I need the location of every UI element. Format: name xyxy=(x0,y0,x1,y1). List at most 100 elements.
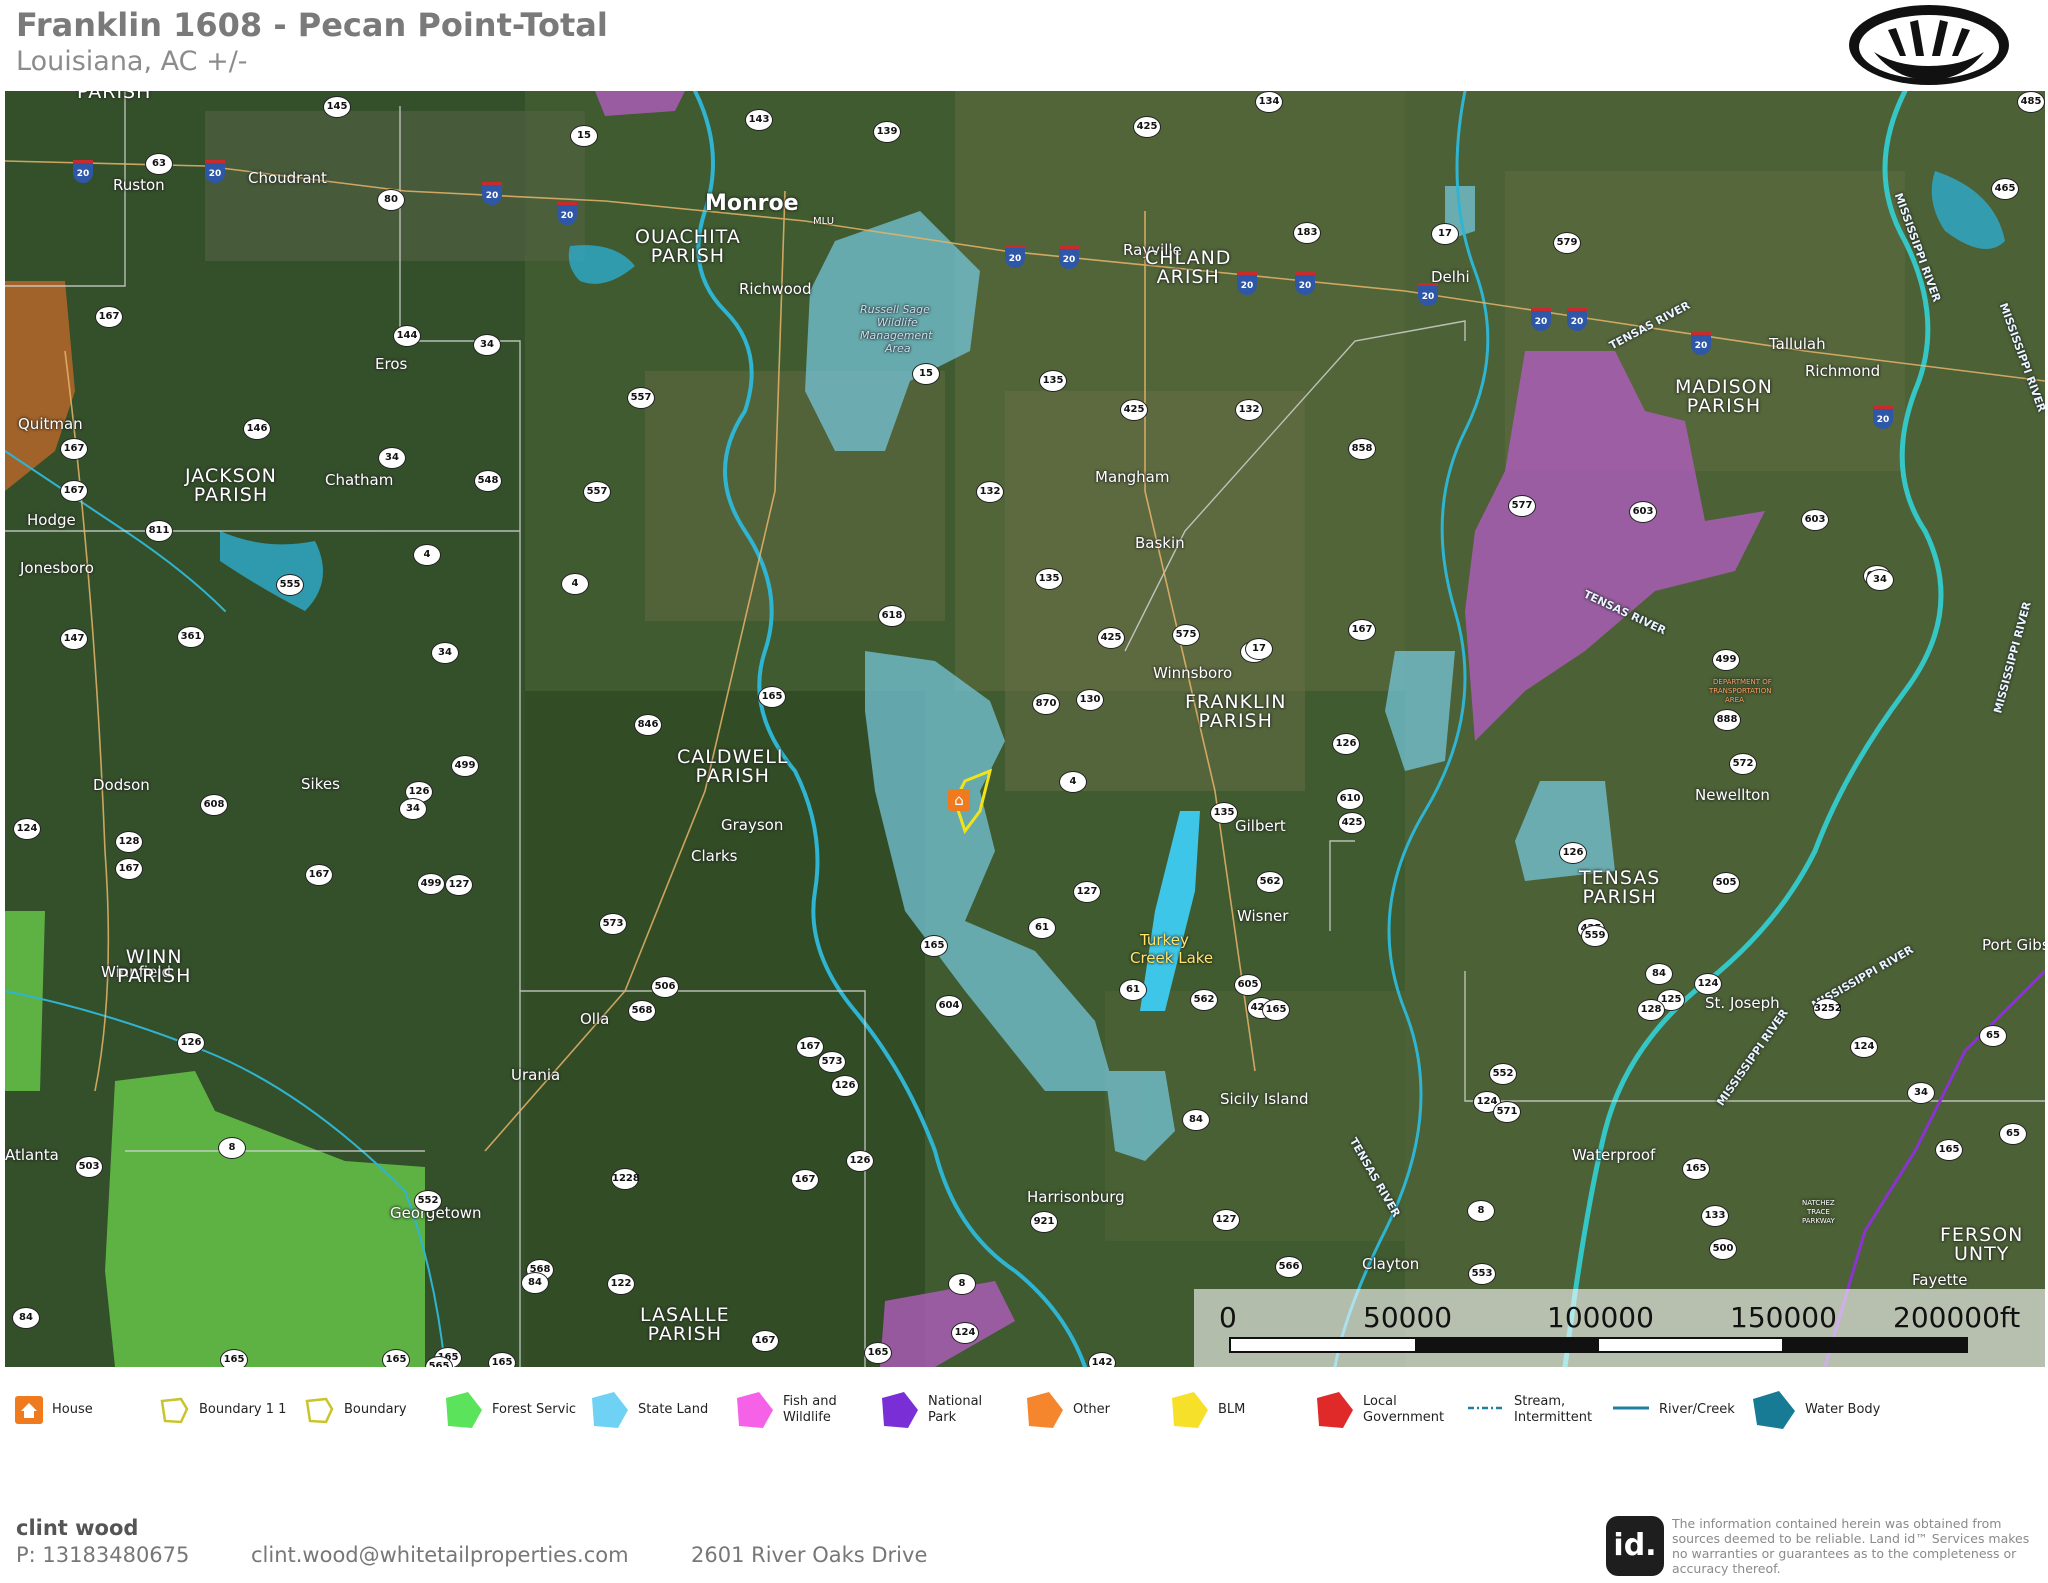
legend-item-national-park: National Park xyxy=(876,1388,1021,1432)
city-label: Fayette xyxy=(1912,1271,1968,1289)
route-shield: 65 xyxy=(1979,1025,2007,1047)
route-shield: 505 xyxy=(1712,872,1740,894)
route-shield: 425 xyxy=(1133,116,1161,138)
route-shield: 165 xyxy=(1682,1158,1710,1180)
route-shield: 17 xyxy=(1431,223,1459,245)
route-shield: 143 xyxy=(745,109,773,131)
city-label: Jonesboro xyxy=(20,559,94,577)
route-shield: 147 xyxy=(60,628,88,650)
route-shield: 15 xyxy=(912,363,940,385)
city-label: Harrisonburg xyxy=(1027,1188,1125,1206)
route-shield: 132 xyxy=(976,481,1004,503)
property-house-icon[interactable]: ⌂ xyxy=(948,789,970,811)
national-park-icon xyxy=(882,1392,918,1428)
parish-label: CHLAND ARISH xyxy=(1145,247,1232,288)
interstate-shield: 20 xyxy=(1691,332,1711,355)
agent-email[interactable]: clint.wood@whitetailproperties.com xyxy=(251,1543,629,1567)
city-label: Olla xyxy=(580,1010,610,1028)
interstate-shield: 20 xyxy=(1418,283,1438,306)
agent-name: clint wood xyxy=(16,1516,139,1540)
route-shield: 562 xyxy=(1190,989,1218,1011)
route-shield: 126 xyxy=(177,1032,205,1054)
route-shield: 8 xyxy=(948,1273,976,1295)
blm-icon xyxy=(1172,1392,1208,1428)
city-label: Quitman xyxy=(18,415,83,433)
scale-bar: 0 50000 100000 150000 200000ft xyxy=(1194,1289,2045,1367)
route-shield: 130 xyxy=(1076,689,1104,711)
route-shield: 165 xyxy=(382,1349,410,1367)
route-shield: 127 xyxy=(1073,881,1101,903)
route-shield: 84 xyxy=(12,1307,40,1329)
route-shield: 34 xyxy=(1907,1082,1935,1104)
city-label: Sicily Island xyxy=(1220,1090,1309,1108)
route-shield: 566 xyxy=(1275,1256,1303,1278)
route-shield: 557 xyxy=(627,387,655,409)
scale-segment xyxy=(1782,1339,1966,1351)
route-shield: 165 xyxy=(220,1349,248,1367)
route-shield: 425 xyxy=(1097,627,1125,649)
route-shield: 8 xyxy=(218,1137,246,1159)
parish-label: PARISH xyxy=(77,91,152,103)
route-shield: 65 xyxy=(1999,1123,2027,1145)
scale-label: 200000ft xyxy=(1893,1301,2021,1334)
route-shield: 124 xyxy=(951,1322,979,1344)
route-shield: 127 xyxy=(445,874,473,896)
boundary-icon xyxy=(160,1397,189,1424)
route-shield: 142 xyxy=(1088,1352,1116,1367)
route-shield: 126 xyxy=(846,1150,874,1172)
legend-item-house: House xyxy=(14,1388,144,1432)
route-shield: 167 xyxy=(115,858,143,880)
route-shield: 858 xyxy=(1348,438,1376,460)
route-shield: 575 xyxy=(1172,624,1200,646)
route-shield: 126 xyxy=(831,1075,859,1097)
city-label: Clayton xyxy=(1362,1255,1420,1273)
forest-service-icon xyxy=(446,1392,482,1428)
legend-item-local-government: Local Government xyxy=(1311,1388,1461,1432)
route-shield: 165 xyxy=(488,1352,516,1367)
wma-label: Russell Sage xyxy=(860,303,930,316)
route-shield: 4 xyxy=(561,573,589,595)
route-shield: 84 xyxy=(521,1272,549,1294)
city-label: Newellton xyxy=(1695,786,1770,804)
route-shield: 562 xyxy=(1256,871,1284,893)
city-label: Sikes xyxy=(301,775,340,793)
interstate-shield: 20 xyxy=(1531,308,1551,331)
parish-label: OUACHITA PARISH xyxy=(635,226,741,267)
city-label: Chatham xyxy=(325,471,394,489)
city-label: Baskin xyxy=(1135,534,1185,552)
parish-label: FERSON UNTY xyxy=(1940,1224,2024,1265)
route-shield: 571 xyxy=(1493,1101,1521,1123)
route-shield: 465 xyxy=(1991,178,2019,200)
city-label: Hodge xyxy=(27,511,76,529)
interstate-shield: 20 xyxy=(1295,272,1315,295)
city-label: Waterproof xyxy=(1572,1146,1656,1164)
route-shield: 84 xyxy=(1182,1109,1210,1131)
route-shield: 165 xyxy=(758,686,786,708)
route-shield: 34 xyxy=(378,447,406,469)
interstate-shield: 20 xyxy=(1059,246,1079,269)
route-shield: 503 xyxy=(75,1156,103,1178)
parish-label: JACKSON PARISH xyxy=(185,465,277,506)
route-shield: 499 xyxy=(417,873,445,895)
state-land-icon xyxy=(592,1392,628,1428)
route-shield: 557 xyxy=(583,481,611,503)
route-shield: 603 xyxy=(1801,509,1829,531)
map-canvas[interactable]: ⌂ Ruston Choudrant Monroe Richwood Rayvi… xyxy=(5,91,2045,1367)
route-shield: 145 xyxy=(323,96,351,118)
city-label: Ruston xyxy=(113,176,165,194)
route-shield: 608 xyxy=(200,794,228,816)
scale-label: 150000 xyxy=(1730,1301,1837,1334)
route-shield: 548 xyxy=(474,470,502,492)
land-id-logo: id. xyxy=(1606,1516,1664,1576)
route-shield: 811 xyxy=(145,520,173,542)
route-shield: 165 xyxy=(1935,1139,1963,1161)
route-shield: 618 xyxy=(878,605,906,627)
route-shield: 425 xyxy=(1120,399,1148,421)
water-body-label: Creek Lake xyxy=(1130,949,1214,967)
agent-phone: P: 13183480675 xyxy=(16,1543,190,1567)
route-shield: 133 xyxy=(1701,1205,1729,1227)
route-shield: 128 xyxy=(115,831,143,853)
agent-address: 2601 River Oaks Drive xyxy=(691,1543,928,1567)
city-label: Richmond xyxy=(1805,362,1881,380)
route-shield: 61 xyxy=(1028,917,1056,939)
